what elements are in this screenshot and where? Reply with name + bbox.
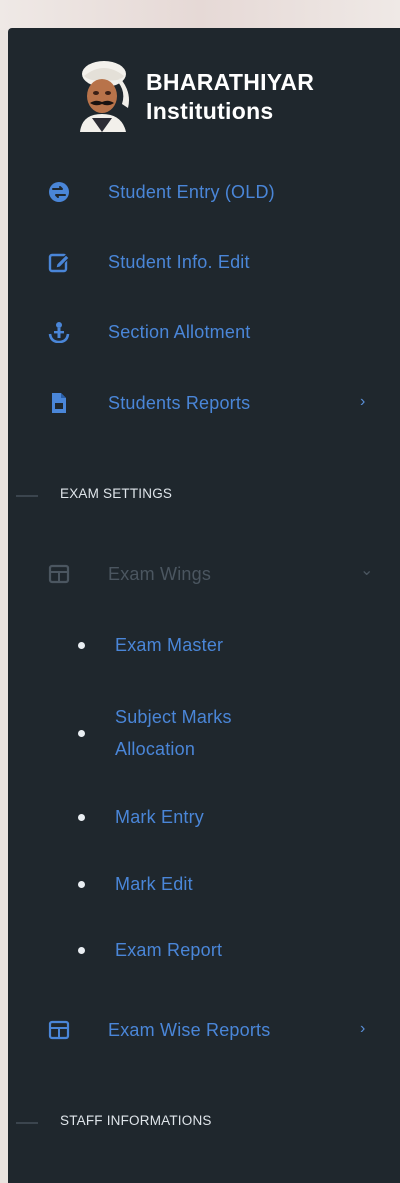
submenu-item-label: Mark Entry [115, 807, 205, 827]
menu-item-section-allotment[interactable]: Section Allotment [48, 314, 250, 350]
submenu-item-mark-edit[interactable]: Mark Edit [78, 871, 193, 897]
menu-item-label: Student Info. Edit [108, 251, 250, 272]
section-header-exam-settings: EXAM SETTINGS [60, 486, 173, 501]
window-left-edge [0, 30, 8, 1183]
bullet-icon [78, 880, 85, 888]
bullet-icon [78, 946, 85, 954]
chevron-right-icon[interactable]: › [360, 1020, 365, 1038]
submenu-item-label-line1: Subject Marks [115, 707, 232, 727]
section-divider [16, 1122, 38, 1124]
menu-item-label: Exam Wise Reports [108, 1019, 271, 1040]
layout-grid-icon [48, 563, 70, 585]
menu-item-students-reports[interactable]: Students Reports [48, 385, 250, 421]
menu-item-exam-wise-reports[interactable]: Exam Wise Reports [48, 1012, 270, 1048]
brand-subtitle: Institutions [146, 98, 274, 124]
submenu-item-label-line2: Allocation [115, 739, 196, 759]
window-top-band [0, 0, 400, 30]
pdf-file-icon [48, 392, 70, 414]
chevron-right-icon[interactable]: › [360, 393, 365, 411]
section-header-staff-informations: STAFF INFORMATIONS [60, 1113, 212, 1128]
bullet-icon [78, 813, 85, 821]
exchange-arrows-icon [48, 181, 70, 203]
bullet-icon [78, 641, 85, 649]
sidebar: BHARATHIYAR Institutions Student Entry (… [8, 28, 400, 1183]
person-anchor-icon [48, 321, 70, 344]
menu-item-label: Section Allotment [108, 321, 251, 342]
submenu-item-exam-report[interactable]: Exam Report [78, 937, 222, 963]
chevron-down-icon[interactable]: ⌄ [360, 560, 373, 580]
menu-item-label: Exam Wings [108, 563, 212, 584]
brand-logo [70, 58, 140, 132]
menu-item-label: Students Reports [108, 392, 251, 413]
section-divider [16, 495, 38, 497]
brand-title: BHARATHIYAR [146, 69, 315, 95]
menu-item-student-entry-old[interactable]: Student Entry (OLD) [48, 174, 275, 210]
menu-item-exam-wings[interactable]: Exam Wings [48, 556, 211, 592]
edit-square-icon [48, 251, 70, 273]
submenu-item-label: Subject Marks Allocation [115, 701, 232, 765]
brand-name[interactable]: BHARATHIYAR Institutions [146, 68, 314, 126]
submenu-item-label: Exam Report [115, 940, 223, 960]
layout-grid-icon [48, 1019, 70, 1041]
submenu-item-mark-entry[interactable]: Mark Entry [78, 804, 204, 830]
submenu-item-exam-master[interactable]: Exam Master [78, 632, 223, 658]
menu-item-label: Student Entry (OLD) [108, 181, 275, 202]
menu-item-student-info-edit[interactable]: Student Info. Edit [48, 244, 250, 280]
submenu-item-label: Exam Master [115, 635, 224, 655]
bullet-icon [78, 729, 85, 737]
submenu-item-label: Mark Edit [115, 874, 193, 894]
submenu-item-subject-marks-allocation[interactable]: Subject Marks Allocation [78, 701, 232, 765]
